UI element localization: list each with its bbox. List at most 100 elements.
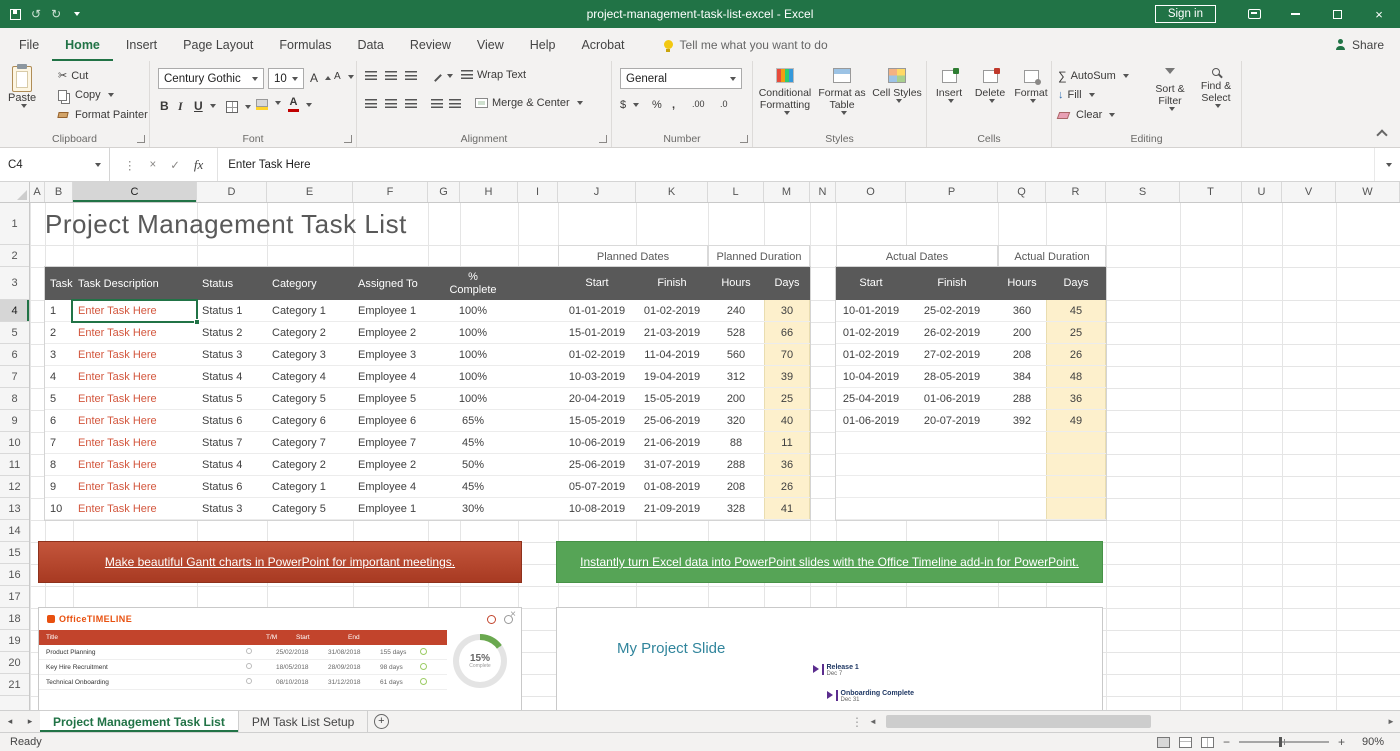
cell-actual-start[interactable]: 01-02-2019 [836,344,906,365]
increase-indent-button[interactable] [449,99,461,109]
cell-actual-finish[interactable] [906,454,998,475]
column-header[interactable]: A [30,182,45,202]
cell-category[interactable]: Category 3 [267,344,353,365]
row-header[interactable]: 1 [0,203,29,245]
cell-task-id[interactable]: 6 [45,410,73,431]
wrap-text-button[interactable]: Wrap Text [461,69,526,81]
cell-actual-days[interactable] [1046,454,1106,475]
fill-button[interactable]: ↓Fill [1058,89,1095,101]
dialog-launcher-icon[interactable] [599,135,607,143]
cell-actual-hours[interactable]: 392 [998,410,1046,431]
orientation-button[interactable] [431,71,453,80]
cell-actual-days[interactable]: 48 [1046,366,1106,387]
tab-formulas[interactable]: Formulas [266,28,344,61]
column-header[interactable]: T [1180,182,1242,202]
cell-actual-finish[interactable]: 27-02-2019 [906,344,998,365]
cell-task-id[interactable]: 4 [45,366,73,387]
column-header[interactable]: G [428,182,460,202]
cell-planned-days[interactable]: 11 [764,432,810,453]
delete-cells-button[interactable]: Delete [970,65,1010,103]
tab-review[interactable]: Review [397,28,464,61]
cell-status[interactable]: Status 3 [197,344,267,365]
row-header[interactable]: 18 [0,608,29,630]
header-actual-hours[interactable]: Hours [998,267,1046,300]
cell-assigned-to[interactable]: Employee 7 [353,432,428,453]
maximize-button[interactable] [1316,0,1358,28]
row-header-selected[interactable]: 4 [0,300,29,322]
cut-button[interactable]: ✂Cut [58,69,88,82]
cell-blank[interactable] [518,410,558,431]
cell-actual-hours[interactable]: 288 [998,388,1046,409]
close-icon[interactable]: × [510,609,516,620]
cell-blank[interactable] [518,300,558,321]
header-days[interactable]: Days [764,267,810,300]
cell-status[interactable]: Status 6 [197,476,267,497]
sheet-nav-right-icon[interactable]: ▸ [20,711,40,732]
gantt-preview-image[interactable]: × OfficeTIMELINE Title T/M Start End Pro… [38,607,522,710]
bottom-align-button[interactable] [405,71,417,81]
sheet-title[interactable]: Project Management Task List [45,209,407,240]
cell-category[interactable]: Category 5 [267,498,353,519]
cell-actual-hours[interactable] [998,454,1046,475]
cell-category[interactable]: Category 5 [267,388,353,409]
redo-icon[interactable]: ↻ [51,8,61,20]
cell-actual-finish[interactable]: 25-02-2019 [906,300,998,321]
cell-task-description[interactable]: Enter Task Here [73,432,197,453]
column-header[interactable]: B [45,182,73,202]
cell-planned-hours[interactable]: 200 [708,388,764,409]
cell-category[interactable]: Category 6 [267,410,353,431]
cell-actual-finish[interactable] [906,476,998,497]
column-header[interactable]: I [518,182,558,202]
cell-task-description[interactable]: Enter Task Here [73,366,197,387]
cell-actual-start[interactable] [836,498,906,519]
cell-status[interactable]: Status 1 [197,300,267,321]
cell-blank[interactable] [518,388,558,409]
shrink-font-button[interactable]: A [334,71,354,82]
cell-planned-hours[interactable]: 312 [708,366,764,387]
cell-actual-hours[interactable]: 384 [998,366,1046,387]
cell-task-id[interactable]: 1 [45,300,73,321]
header-actual-finish[interactable]: Finish [906,267,998,300]
scroll-right-icon[interactable]: ► [1382,711,1400,732]
column-header[interactable]: W [1336,182,1400,202]
cell-actual-start[interactable] [836,454,906,475]
cell-task-id[interactable]: 8 [45,454,73,475]
cell-task-description[interactable]: Enter Task Here [73,454,197,475]
format-as-table-button[interactable]: Format as Table [815,63,869,115]
format-cells-button[interactable]: Format [1011,65,1051,103]
format-painter-button[interactable]: Format Painter [58,109,148,121]
tab-home[interactable]: Home [52,28,113,61]
column-header[interactable]: D [197,182,267,202]
cell-styles-button[interactable]: Cell Styles [871,63,923,103]
cell-percent-complete[interactable]: 100% [428,300,518,321]
cell-planned-start[interactable]: 10-03-2019 [558,366,636,387]
cell-task-description[interactable]: Enter Task Here [73,476,197,497]
header-blank[interactable] [518,267,558,300]
cell-actual-start[interactable]: 25-04-2019 [836,388,906,409]
top-align-button[interactable] [365,71,377,81]
dialog-launcher-icon[interactable] [344,135,352,143]
cell-actual-hours[interactable] [998,476,1046,497]
row-header[interactable]: 10 [0,432,29,454]
cell-actual-finish[interactable]: 28-05-2019 [906,366,998,387]
comma-style-button[interactable]: , [672,99,675,111]
cell-actual-start[interactable]: 01-02-2019 [836,322,906,343]
row-header[interactable]: 9 [0,410,29,432]
tab-splitter-handle[interactable]: ⋮ [850,711,864,732]
column-header[interactable]: L [708,182,764,202]
insert-function-icon[interactable]: fx [194,157,203,173]
cell-planned-finish[interactable]: 11-04-2019 [636,344,708,365]
font-color-button[interactable]: A [288,97,312,112]
zoom-out-icon[interactable]: − [1223,735,1230,749]
cell-planned-hours[interactable]: 88 [708,432,764,453]
cell-blank[interactable] [518,322,558,343]
cell-status[interactable]: Status 7 [197,432,267,453]
cell-blank[interactable] [518,432,558,453]
cell-planned-start[interactable]: 05-07-2019 [558,476,636,497]
cell-actual-days[interactable]: 45 [1046,300,1106,321]
column-header[interactable]: K [636,182,708,202]
header-assigned-to[interactable]: Assigned To [353,267,428,300]
cell-status[interactable]: Status 5 [197,388,267,409]
cell-planned-start[interactable]: 10-08-2019 [558,498,636,519]
column-header[interactable]: U [1242,182,1282,202]
